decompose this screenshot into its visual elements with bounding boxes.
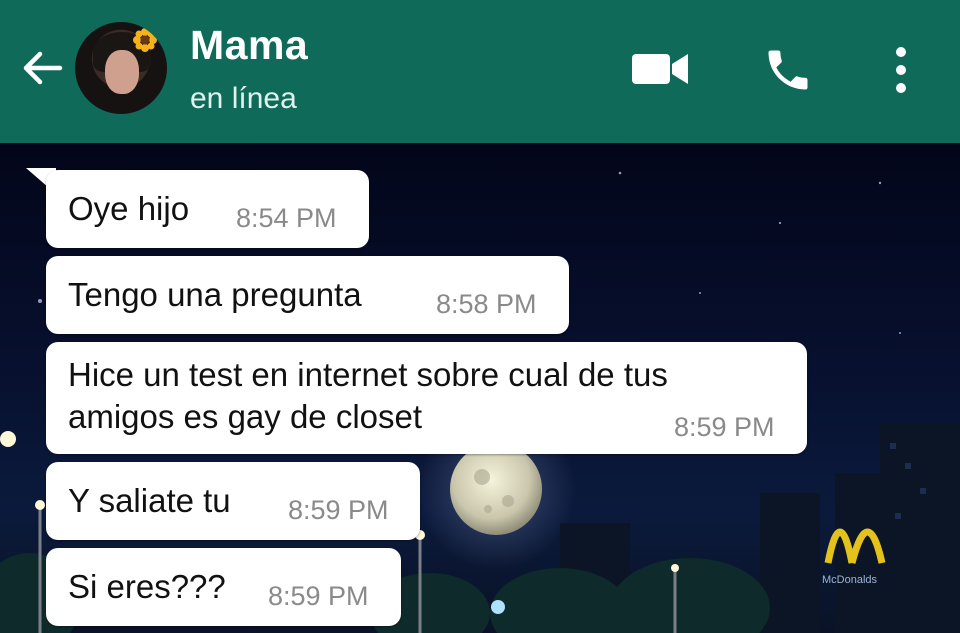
- more-vertical-icon[interactable]: [888, 44, 914, 96]
- message-bubble[interactable]: Hice un test en internet sobre cual de t…: [46, 342, 807, 454]
- contact-name[interactable]: Mama: [190, 22, 308, 69]
- message-time: 8:58 PM: [436, 289, 537, 319]
- message-bubble[interactable]: Y saliate tu 8:59 PM: [46, 462, 420, 540]
- message-time: 8:59 PM: [674, 412, 775, 442]
- message-text: Hice un test en internet sobre cual de t…: [68, 356, 668, 435]
- message-time: 8:54 PM: [236, 203, 337, 233]
- message-time: 8:59 PM: [288, 495, 389, 525]
- message-text: Y saliate tu: [68, 482, 231, 519]
- moon: [450, 443, 542, 535]
- phone-call-icon[interactable]: [762, 44, 814, 96]
- message-text: Tengo una pregunta: [68, 276, 362, 313]
- flower-icon: [133, 28, 157, 52]
- message-time: 8:59 PM: [268, 581, 369, 611]
- message-bubble[interactable]: Si eres??? 8:59 PM: [46, 548, 401, 626]
- contact-status: en línea: [190, 82, 297, 115]
- message-text: Oye hijo: [68, 190, 190, 227]
- avatar[interactable]: [75, 22, 167, 114]
- message-text: Si eres???: [68, 568, 226, 605]
- avatar-face: [105, 50, 139, 94]
- video-call-icon[interactable]: [630, 46, 690, 92]
- wallpaper-sign-text: McDonalds: [822, 574, 878, 586]
- arrow-back-icon[interactable]: [18, 44, 66, 92]
- message-bubble[interactable]: Tengo una pregunta 8:58 PM: [46, 256, 569, 334]
- message-bubble[interactable]: Oye hijo 8:54 PM: [46, 170, 369, 248]
- chat-header: Mama en línea: [0, 0, 960, 143]
